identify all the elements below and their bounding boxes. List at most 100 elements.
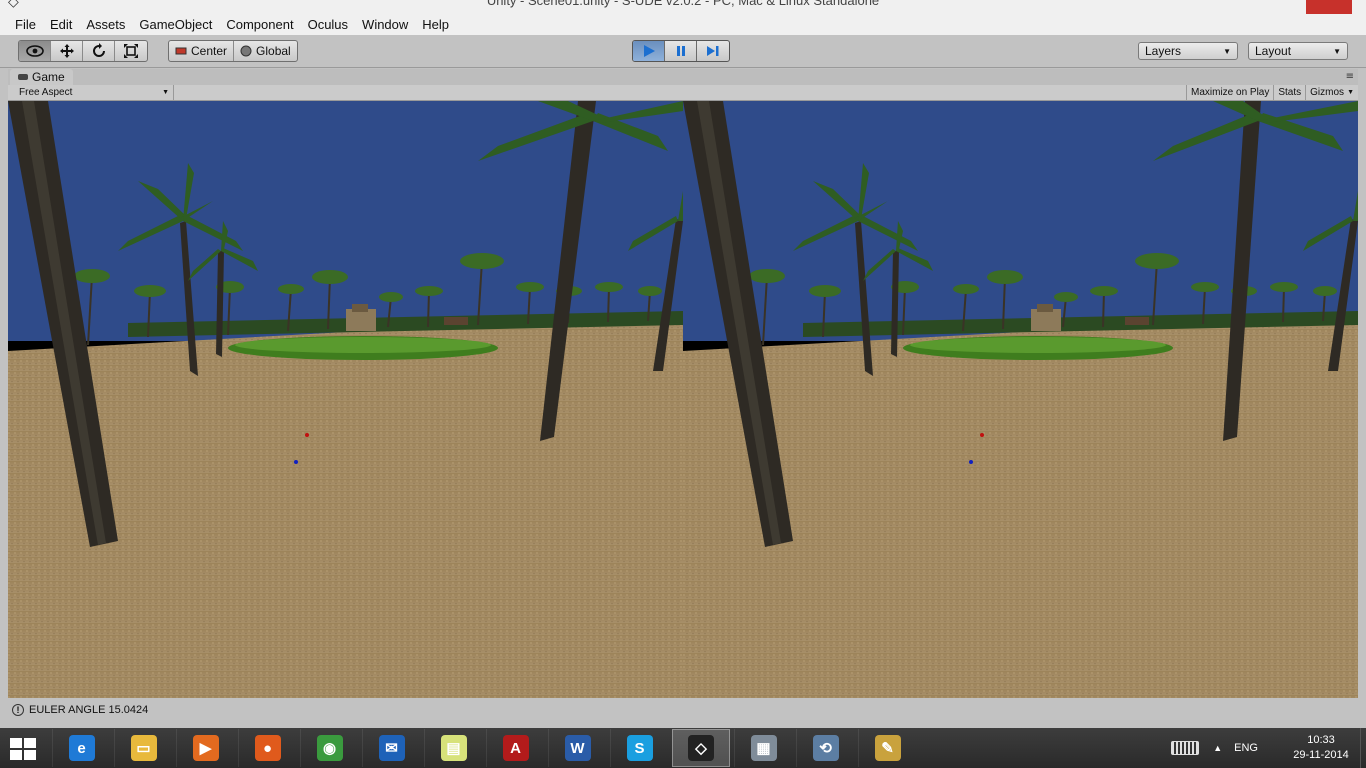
skype-icon: S [626,735,653,761]
layers-label: Layers [1145,44,1182,58]
close-window-button[interactable] [1306,0,1352,14]
play-button[interactable] [633,41,665,61]
beach-scene-right [683,101,1358,698]
clock[interactable]: 10:33 29-11-2014 [1282,733,1360,763]
window-title: Unity - Scene01.unity - S-UDE v2.0.2 - P… [486,0,880,8]
taskbar-acrobat-button[interactable]: A [486,729,544,767]
unity-icon: ◇ [688,735,714,761]
console-message[interactable]: EULER ANGLE 15.0424 [29,704,148,716]
taskbar-paint-button[interactable]: ✎ [858,729,916,767]
taskbar-firefox-button[interactable]: ● [238,729,296,767]
media-player-icon: ▶ [192,735,219,761]
taskbar-unity-button[interactable]: ◇ [672,729,730,767]
firefox-icon: ● [254,735,281,761]
taskbar-remote-button[interactable]: ⟲ [796,729,854,767]
layers-dropdown[interactable]: Layers ▼ [1138,42,1238,60]
stats-toggle[interactable]: Stats [1273,85,1305,100]
stats-label: Stats [1278,87,1302,98]
pivot-toggles: Center Global [168,40,298,62]
gizmos-dropdown[interactable]: Gizmos ▼ [1305,85,1358,100]
pivot-center-toggle[interactable]: Center [169,41,235,61]
windows-logo-pane [24,738,36,748]
globe-icon [240,45,252,57]
pivot-icon [175,47,187,55]
eye-icon [25,45,44,57]
menu-assets[interactable]: Assets [79,17,132,32]
keyboard-icon[interactable] [1171,741,1200,755]
scale-tool-button[interactable] [115,41,147,61]
menu-edit[interactable]: Edit [43,17,79,32]
game-tab-row: Game ≡ [8,69,1358,85]
beach-scene-left [8,101,683,698]
menu-help[interactable]: Help [415,17,456,32]
hand-tool-button[interactable] [19,41,51,61]
rotate-icon [92,43,105,57]
word-icon: W [564,735,591,761]
remote-icon: ⟲ [812,735,839,761]
chevron-down-icon: ▼ [1347,89,1354,96]
game-viewport[interactable] [8,101,1358,698]
layout-dropdown[interactable]: Layout ▼ [1248,42,1348,60]
taskbar-media-player-button[interactable]: ▶ [176,729,234,767]
pause-button[interactable] [665,41,697,61]
menu-gameobject[interactable]: GameObject [132,17,219,32]
play-icon [643,45,655,57]
menu-window[interactable]: Window [355,17,415,32]
taskbar-file-explorer-button[interactable]: ▭ [114,729,172,767]
status-bar: ! EULER ANGLE 15.0424 [8,700,1358,720]
windows-logo-pane [10,750,22,760]
tab-game[interactable]: Game [10,69,73,85]
menu-component[interactable]: Component [219,17,300,32]
left-eye-view [8,101,683,698]
game-controller-icon [18,74,28,80]
menu-bar: File Edit Assets GameObject Component Oc… [0,14,1366,35]
system-tray: ▲ ENG 10:33 29-11-2014 [1171,728,1366,768]
space-global-toggle[interactable]: Global [234,41,297,61]
move-icon [59,44,74,58]
game-view-options: Maximize on Play Stats Gizmos ▼ [1186,85,1358,100]
scale-icon [124,44,138,58]
layout-label: Layout [1255,44,1292,58]
aspect-dropdown[interactable]: Free Aspect ▼ [12,85,174,100]
taskbar-monitor-button[interactable]: ▦ [734,729,792,767]
taskbar-mail-button[interactable]: ✉ [362,729,420,767]
taskbar-chrome-button[interactable]: ◉ [300,729,358,767]
transform-tools [18,40,148,62]
show-desktop-button[interactable] [1360,728,1366,768]
paint-icon: ✎ [874,735,901,761]
move-tool-button[interactable] [51,41,83,61]
monitor-icon: ▦ [750,735,777,761]
right-eye-view [683,101,1358,698]
main-toolbar: Center Global Layers ▼ Layout ▼ [0,35,1366,68]
step-icon [707,46,719,56]
title-bar: ◇ Unity - Scene01.unity - S-UDE v2.0.2 -… [0,0,1366,14]
panel-menu-icon[interactable]: ≡ [1346,71,1354,82]
chevron-up-icon[interactable]: ▲ [1213,743,1222,753]
clock-date: 29-11-2014 [1293,749,1349,761]
windows-taskbar: e ▭ ▶ ● ◉ ✉ ▤ A W S ◇ ▦ ⟲ ✎ ▲ ENG 10:33 29-11-2014 [0,728,1366,768]
maximize-on-play-label: Maximize on Play [1191,87,1270,98]
maximize-on-play-toggle[interactable]: Maximize on Play [1186,85,1273,100]
start-button[interactable] [8,736,38,762]
rotate-tool-button[interactable] [83,41,115,61]
taskbar-sticky-notes-button[interactable]: ▤ [424,729,482,767]
aspect-label: Free Aspect [19,87,73,98]
step-button[interactable] [697,41,729,61]
tab-game-label: Game [32,70,65,84]
language-indicator[interactable]: ENG [1234,742,1258,754]
menu-file[interactable]: File [8,17,43,32]
taskbar-internet-explorer-button[interactable]: e [52,729,110,767]
chevron-down-icon: ▼ [162,89,169,96]
taskbar-skype-button[interactable]: S [610,729,668,767]
menu-oculus[interactable]: Oculus [301,17,355,32]
clock-time: 10:33 [1307,734,1335,746]
space-label: Global [256,44,291,58]
info-icon: ! [12,704,24,716]
windows-logo-icon [10,738,22,748]
file-explorer-icon: ▭ [130,735,157,761]
chrome-icon: ◉ [316,735,343,761]
chevron-down-icon: ▼ [1223,46,1231,56]
playback-controls [632,40,730,62]
taskbar-word-button[interactable]: W [548,729,606,767]
pivot-label: Center [191,44,228,58]
